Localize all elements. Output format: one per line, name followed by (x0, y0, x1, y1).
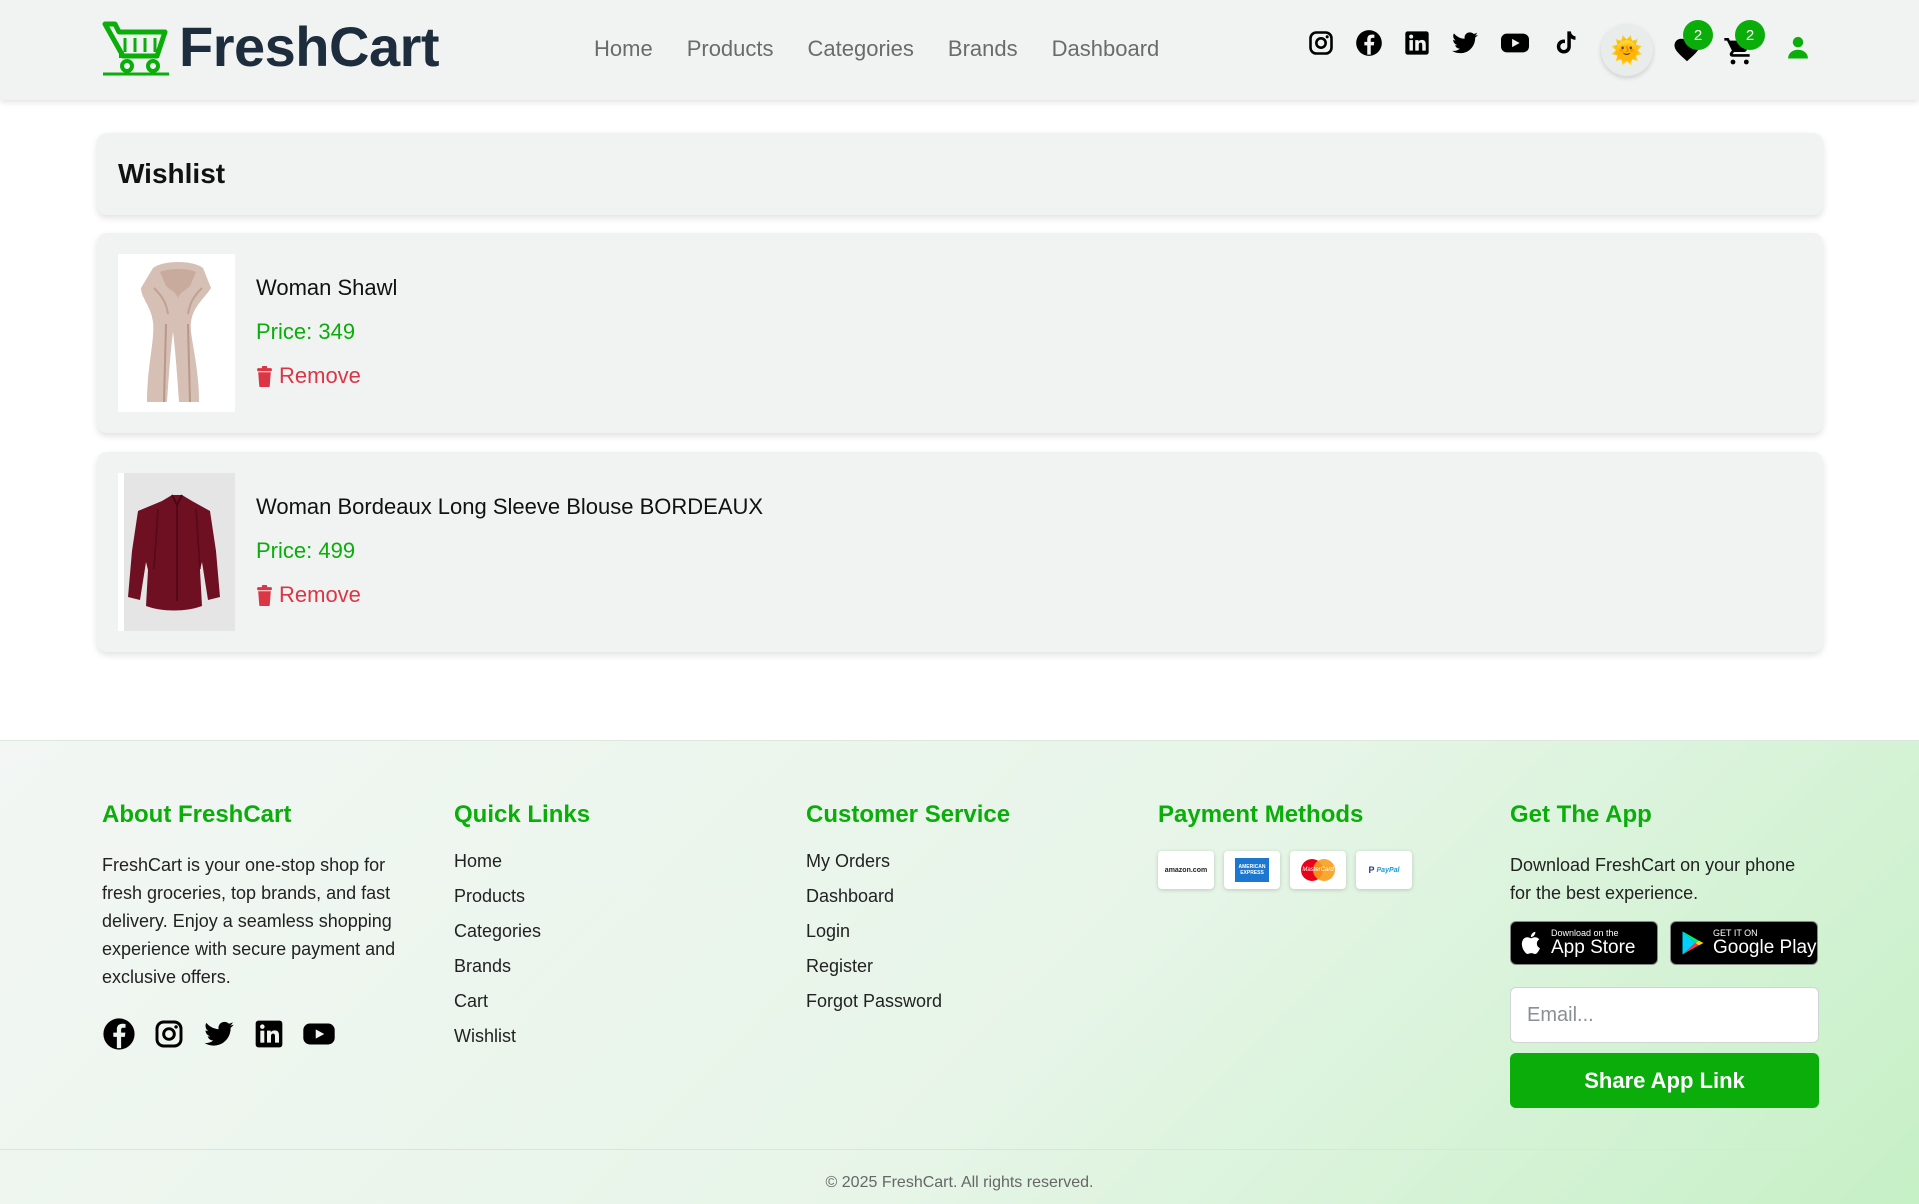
nav-link-dashboard[interactable]: Dashboard (1052, 36, 1160, 62)
google-play-big-text: Google Play (1713, 937, 1817, 958)
theme-toggle-button[interactable]: 🌞 (1601, 24, 1653, 76)
trash-icon (257, 365, 272, 387)
brand-logo-link[interactable]: FreshCart (101, 15, 440, 78)
wishlist-item: Woman Shawl Price: 349 Remove (97, 233, 1823, 433)
product-name: Woman Bordeaux Long Sleeve Blouse BORDEA… (256, 494, 764, 519)
product-image-shawl (118, 254, 235, 412)
nav-social-icons (1306, 28, 1598, 58)
footer-social-icons (102, 1017, 412, 1051)
user-icon[interactable] (1784, 34, 1812, 62)
footer-link-register[interactable]: Register (806, 956, 1126, 977)
footer-customer-service: Customer Service My Orders Dashboard Log… (806, 801, 1126, 1026)
store-badges: Download on the App Store GET IT ON Goog… (1510, 921, 1820, 965)
footer-about-heading: About FreshCart (102, 801, 292, 828)
nav-link-home[interactable]: Home (594, 36, 653, 62)
youtube-icon[interactable] (1498, 28, 1532, 58)
footer-about-text: FreshCart is your one-stop shop for fres… (102, 855, 396, 987)
product-name: Woman Shawl (256, 275, 398, 300)
footer-get-app: Get The App Download FreshCart on your p… (1510, 801, 1820, 1108)
product-image-blouse (118, 473, 235, 631)
amex-logo: AMERICAN EXPRESS (1224, 851, 1280, 889)
trash-icon (257, 584, 272, 606)
footer-payment-methods: Payment Methods amazon.com AMERICAN EXPR… (1158, 801, 1478, 889)
remove-label: Remove (279, 582, 361, 607)
payment-logos: amazon.com AMERICAN EXPRESS MasterCard P… (1158, 851, 1478, 889)
tiktok-icon[interactable] (1550, 28, 1580, 58)
footer-link-login[interactable]: Login (806, 921, 1126, 942)
footer-link-wishlist[interactable]: Wishlist (454, 1026, 754, 1047)
twitter-icon[interactable] (1450, 28, 1480, 58)
remove-label: Remove (279, 363, 361, 388)
page-title: Wishlist (118, 158, 226, 189)
sun-icon: 🌞 (1610, 34, 1644, 65)
copyright-text: © 2025 FreshCart. All rights reserved. (825, 1174, 1094, 1191)
linkedin-icon[interactable] (1402, 28, 1432, 58)
facebook-icon[interactable] (102, 1017, 136, 1051)
google-play-icon (1682, 931, 1704, 955)
footer-link-products[interactable]: Products (454, 886, 754, 907)
paypal-logo: P PayPal (1356, 851, 1412, 889)
apple-icon (1521, 931, 1540, 954)
footer-link-categories[interactable]: Categories (454, 921, 754, 942)
nav-link-brands[interactable]: Brands (948, 36, 1018, 62)
navbar: FreshCart Home Products Categories Brand… (0, 0, 1919, 100)
brand-name: FreshCart (179, 15, 440, 78)
mastercard-logo: MasterCard (1290, 851, 1346, 889)
product-price: Price: 349 (256, 319, 356, 344)
nav-link-products[interactable]: Products (687, 36, 774, 62)
footer-link-cart[interactable]: Cart (454, 991, 754, 1012)
product-price: Price: 499 (256, 538, 356, 563)
facebook-icon[interactable] (1354, 28, 1384, 58)
app-store-badge[interactable]: Download on the App Store (1510, 921, 1658, 965)
footer-link-home[interactable]: Home (454, 851, 754, 872)
footer-quick-links: Quick Links Home Products Categories Bra… (454, 801, 754, 1061)
cart-logo-icon (102, 21, 169, 76)
footer-divider (0, 1149, 1919, 1150)
twitter-icon[interactable] (202, 1017, 236, 1051)
share-app-link-button[interactable]: Share App Link (1510, 1053, 1819, 1108)
wishlist-count-badge: 2 (1683, 20, 1713, 50)
site-footer: About FreshCart FreshCart is your one-st… (0, 740, 1919, 1204)
google-play-badge[interactable]: GET IT ON Google Play (1670, 921, 1818, 965)
amazon-pay-logo: amazon.com (1158, 851, 1214, 889)
instagram-icon[interactable] (152, 1017, 186, 1051)
footer-link-my-orders[interactable]: My Orders (806, 851, 1126, 872)
remove-button[interactable]: Remove (256, 582, 361, 608)
footer-link-forgot-password[interactable]: Forgot Password (806, 991, 1126, 1012)
footer-link-brands[interactable]: Brands (454, 956, 754, 977)
linkedin-icon[interactable] (252, 1017, 286, 1051)
nav-link-categories[interactable]: Categories (808, 36, 914, 62)
wishlist-header-panel: Wishlist (97, 133, 1823, 215)
main-nav: Home Products Categories Brands Dashboar… (594, 36, 1159, 62)
wishlist-item: Woman Bordeaux Long Sleeve Blouse BORDEA… (97, 452, 1823, 652)
footer-about: About FreshCart FreshCart is your one-st… (102, 801, 412, 1051)
remove-button[interactable]: Remove (256, 363, 361, 389)
footer-link-dashboard[interactable]: Dashboard (806, 886, 1126, 907)
cart-count-badge: 2 (1735, 20, 1765, 50)
footer-app-heading: Get The App (1510, 801, 1652, 828)
instagram-icon[interactable] (1306, 28, 1336, 58)
footer-app-text: Download FreshCart on your phone for the… (1510, 855, 1796, 903)
app-store-big-text: App Store (1551, 937, 1636, 958)
email-input[interactable] (1510, 987, 1819, 1043)
footer-payment-heading: Payment Methods (1158, 801, 1364, 828)
footer-customer-service-heading: Customer Service (806, 801, 1011, 828)
youtube-icon[interactable] (302, 1017, 336, 1051)
footer-quick-links-heading: Quick Links (454, 801, 591, 828)
